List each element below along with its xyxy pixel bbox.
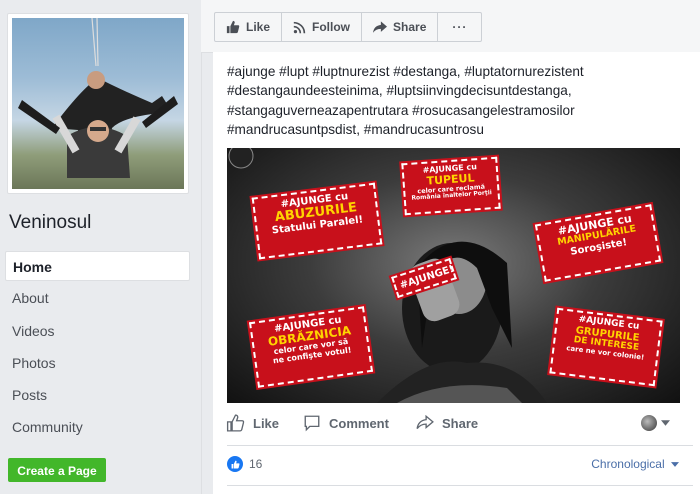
like-reaction-icon — [227, 456, 243, 472]
divider — [227, 485, 693, 486]
page-like-button[interactable]: Like — [215, 13, 283, 41]
page-action-bar: Like Follow Share ··· — [201, 0, 700, 53]
post-comment-button[interactable]: Comment — [303, 408, 389, 438]
nav-item-about[interactable]: About — [5, 283, 190, 313]
reactions-count: 16 — [249, 457, 263, 471]
follow-label: Follow — [312, 20, 351, 34]
nav-item-posts[interactable]: Posts — [5, 380, 190, 410]
thumbs-up-icon — [226, 414, 245, 432]
share-arrow-icon — [373, 20, 388, 33]
page-name[interactable]: Veninosul — [9, 212, 91, 234]
like-label: Like — [246, 20, 271, 34]
post-image[interactable]: #AJUNGE cu TUPEUL celor care reclamă Rom… — [227, 148, 680, 403]
comment-icon — [304, 415, 320, 432]
post-text: #ajunge #lupt #luptnurezist #destanga, #… — [227, 64, 584, 137]
share-arrow-icon — [416, 415, 434, 430]
page-share-button[interactable]: Share — [362, 13, 439, 41]
post-card: #ajunge #lupt #luptnurezist #destanga, #… — [213, 52, 700, 494]
post-comment-label: Comment — [329, 415, 389, 431]
nav-item-videos[interactable]: Videos — [5, 316, 190, 346]
more-button[interactable]: ··· — [438, 13, 481, 41]
avatar — [641, 415, 657, 431]
nav-item-community[interactable]: Community — [5, 412, 190, 442]
post-actions: Like Comment Share — [213, 408, 700, 438]
left-sidebar: Veninosul Home About Videos Photos Posts… — [0, 0, 202, 494]
more-icon: ··· — [452, 20, 468, 34]
skydiving-photo — [18, 18, 178, 178]
follow-button[interactable]: Follow — [282, 13, 363, 41]
post-share-label: Share — [442, 415, 479, 431]
post-like-label: Like — [253, 415, 280, 431]
page-action-buttons: Like Follow Share ··· — [214, 12, 483, 42]
divider — [227, 445, 693, 446]
sticker-grupurile: #AJUNGE cu GRUPURILE DE INTERESE care ne… — [549, 307, 663, 387]
create-page-button[interactable]: Create a Page — [8, 458, 106, 482]
post-like-button[interactable]: Like — [226, 408, 279, 438]
nav-item-photos[interactable]: Photos — [5, 348, 190, 378]
rss-icon — [293, 21, 306, 33]
post-as-selector[interactable] — [641, 408, 678, 438]
comment-sort-dropdown[interactable]: Chronological — [591, 457, 679, 471]
profile-photo-skydivers — [12, 18, 184, 189]
reactions-summary[interactable]: 16 — [227, 453, 262, 475]
profile-picture[interactable] — [7, 13, 189, 194]
nav-item-home[interactable]: Home — [5, 251, 190, 281]
chevron-down-icon — [671, 462, 679, 468]
sticker-tupeul: #AJUNGE cu TUPEUL celor care reclamă Rom… — [401, 156, 501, 216]
share-label: Share — [393, 20, 427, 34]
page-nav: Home About Videos Photos Posts Community — [5, 251, 190, 445]
thumbs-up-icon — [226, 20, 240, 34]
chevron-down-icon — [661, 420, 670, 426]
sort-label: Chronological — [591, 457, 665, 471]
post-share-button[interactable]: Share — [416, 408, 478, 438]
